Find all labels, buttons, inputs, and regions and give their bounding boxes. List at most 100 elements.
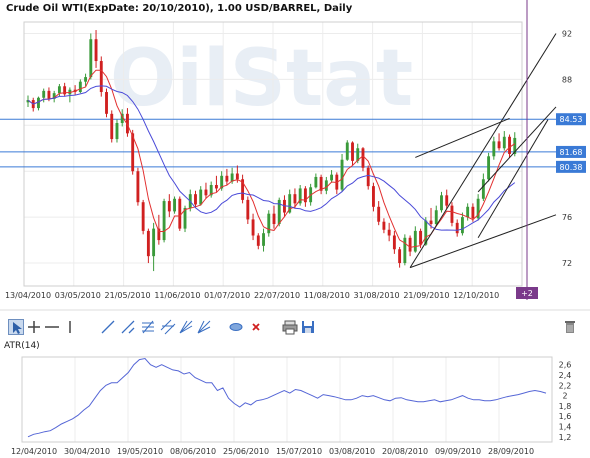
- atr-y-tick-label: 1,8: [559, 402, 572, 411]
- atr-x-tick-label: 09/09/2010: [435, 447, 481, 456]
- cursor-tool-icon[interactable]: [8, 319, 24, 335]
- candle-body: [471, 206, 475, 219]
- candle-body: [345, 142, 349, 160]
- candle-body: [173, 198, 176, 212]
- candle-body: [105, 92, 108, 114]
- candle-body: [387, 229, 391, 236]
- atr-x-tick-label: 28/09/2010: [488, 447, 534, 456]
- candle-body: [115, 123, 119, 140]
- candle-body: [497, 141, 501, 149]
- trend-lines[interactable]: +2: [409, 0, 557, 300]
- fan-tool-icon[interactable]: [178, 319, 194, 335]
- atr-grid: [21, 356, 553, 443]
- candle-body: [487, 156, 491, 180]
- atr-x-tick-label: 03/08/2010: [329, 447, 375, 456]
- price-grid: [23, 21, 523, 287]
- candle-body: [89, 39, 93, 78]
- atr-axes: 2,62,42,2 21,81,6 1,41,2 12/04/2010 30/04/20…: [11, 361, 571, 456]
- candle-body: [178, 198, 182, 229]
- candle-body: [262, 233, 265, 246]
- channel-tool-icon[interactable]: [160, 319, 176, 335]
- level-badge-label: 80.38: [560, 163, 583, 172]
- x-tick-label: 11/08/2010: [304, 291, 350, 300]
- candle-body: [146, 230, 150, 257]
- atr-y-tick-label: 2,6: [559, 361, 572, 370]
- candle-body: [466, 206, 470, 218]
- x-tick-label: 21/05/2010: [105, 291, 151, 300]
- candle-body: [413, 230, 417, 252]
- cursor-badge-label: +2: [521, 289, 533, 298]
- candle-body: [199, 189, 203, 205]
- x-tick-label: 21/09/2010: [403, 291, 449, 300]
- candle-body: [235, 173, 239, 180]
- atr-y-tick-label: 1,2: [559, 433, 572, 442]
- candle-body: [366, 167, 370, 187]
- atr-y-tick-label: 2,2: [559, 381, 572, 390]
- chart-app: Crude Oil WTI(ExpDate: 20/10/2010), 1.00…: [0, 0, 590, 458]
- x-tick-label: 03/05/2010: [55, 291, 101, 300]
- ray-line-tool-icon[interactable]: [120, 319, 136, 335]
- candle-body: [214, 184, 218, 189]
- arc-tool-icon[interactable]: [196, 319, 212, 335]
- crosshair-tool-icon[interactable]: [26, 319, 42, 335]
- candle-body: [42, 90, 46, 98]
- delete-tool-icon[interactable]: [248, 319, 264, 335]
- x-tick-label: 13/04/2010: [5, 291, 51, 300]
- candle-body: [330, 174, 334, 181]
- candle-body: [460, 217, 464, 234]
- candle-body: [440, 195, 443, 211]
- trend-line-tool-icon[interactable]: [100, 319, 116, 335]
- candle-body: [272, 213, 276, 225]
- candle-body: [167, 201, 171, 212]
- vertical-line-tool-icon[interactable]: [62, 319, 78, 335]
- atr-x-tick-label: 20/08/2010: [382, 447, 428, 456]
- x-tick-label: 31/08/2010: [354, 291, 400, 300]
- candle-body: [324, 180, 328, 191]
- candle-body: [314, 176, 318, 188]
- candle-body: [251, 219, 255, 236]
- atr-x-tick-label: 08/06/2010: [170, 447, 216, 456]
- candle-body: [398, 249, 402, 264]
- atr-x-tick-label: 12/04/2010: [11, 447, 57, 456]
- print-icon[interactable]: [282, 319, 298, 335]
- candle-body: [429, 220, 433, 225]
- candle-body: [110, 113, 114, 140]
- candle-body: [445, 195, 449, 206]
- level-badge-label: 81.68: [560, 148, 583, 157]
- x-tick-label: 11/06/2010: [154, 291, 200, 300]
- atr-y-tick-label: 1,4: [559, 423, 572, 432]
- x-tick-label: 22/07/2010: [254, 291, 300, 300]
- candle-body: [419, 230, 422, 245]
- atr-y-tick-label: 2,4: [559, 371, 572, 380]
- candle-body: [372, 186, 375, 207]
- candle-body: [450, 205, 454, 223]
- candle-body: [267, 213, 271, 234]
- x-tick-label: 01/07/2010: [204, 291, 250, 300]
- level-badge-label: 84.53: [560, 115, 583, 124]
- candle-body: [403, 237, 407, 264]
- horizontal-line-tool-icon[interactable]: [44, 319, 60, 335]
- candle-body: [340, 159, 344, 190]
- candle-body: [99, 61, 103, 93]
- atr-x-tick-label: 30/04/2010: [64, 447, 110, 456]
- fibonacci-tool-icon[interactable]: [140, 319, 156, 335]
- y-tick-label: 92: [562, 29, 572, 38]
- atr-label: ATR(14): [4, 341, 40, 351]
- candle-body: [351, 142, 354, 161]
- candle-body: [508, 136, 511, 154]
- y-tick-label: 76: [562, 213, 572, 222]
- candle-body: [392, 235, 396, 250]
- save-icon[interactable]: [300, 319, 316, 335]
- candle-body: [481, 179, 485, 199]
- candle-body: [361, 148, 365, 168]
- ellipse-tool-icon[interactable]: [228, 319, 244, 335]
- price-chart[interactable]: OilStat 84.5381.6880.38 +2 9288767213/04…: [0, 0, 590, 318]
- atr-x-tick-label: 19/05/2010: [117, 447, 163, 456]
- candle-body: [47, 90, 51, 99]
- candle-body: [225, 175, 229, 182]
- trash-icon[interactable]: [562, 319, 578, 335]
- candle-body: [382, 221, 386, 230]
- candle-body: [141, 202, 145, 231]
- candle-body: [293, 194, 297, 204]
- candle-body: [78, 81, 82, 93]
